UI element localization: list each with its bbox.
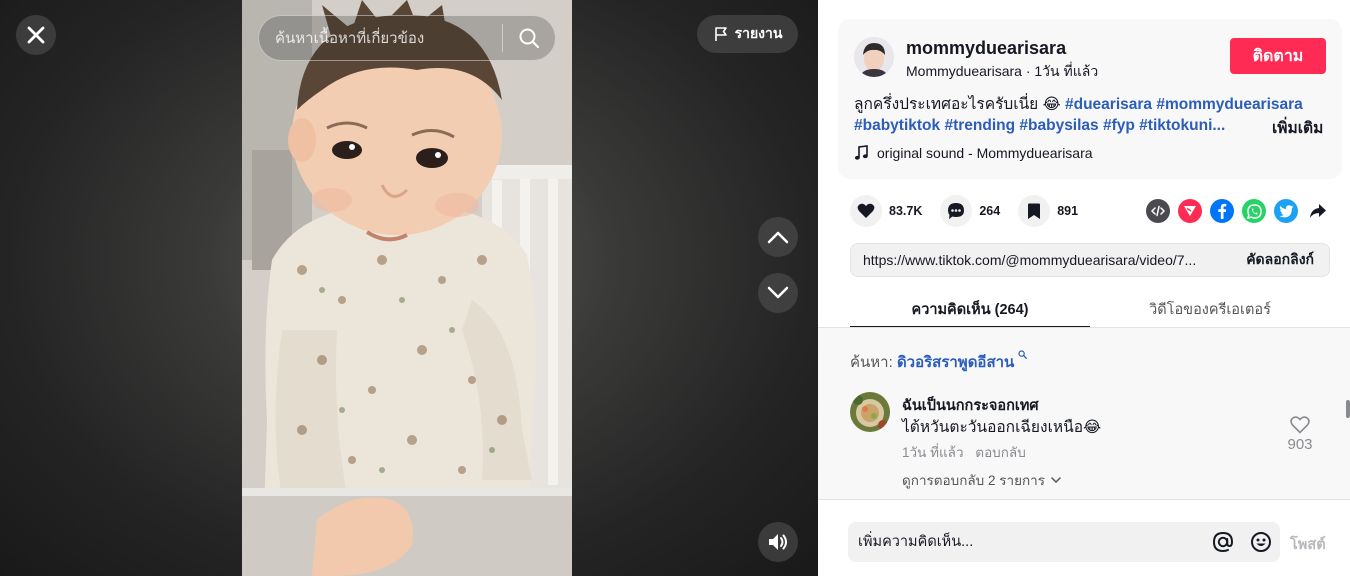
volume-icon bbox=[769, 534, 787, 550]
heart-icon bbox=[857, 203, 875, 218]
hashtag[interactable]: #babysilas bbox=[1019, 117, 1098, 134]
hashtag[interactable]: #trending bbox=[944, 117, 1015, 134]
comment-button[interactable]: 264 bbox=[940, 195, 1000, 227]
details-panel: mommyduearisara Mommyduearisara · 1วัน ท… bbox=[818, 0, 1350, 576]
subline-separator: · bbox=[1021, 63, 1035, 79]
like-button[interactable]: 83.7K bbox=[850, 195, 922, 227]
emoji-icon bbox=[1251, 532, 1271, 552]
comment-like-button[interactable]: 903 bbox=[1280, 416, 1320, 453]
baby-video-illustration bbox=[242, 0, 572, 576]
at-mention-icon bbox=[1212, 531, 1234, 553]
volume-button[interactable] bbox=[758, 522, 798, 562]
reply-button[interactable]: ตอบกลับ bbox=[975, 445, 1025, 460]
search-icon bbox=[519, 28, 540, 49]
share-icons bbox=[1146, 199, 1330, 223]
mention-button[interactable] bbox=[1204, 531, 1242, 553]
avatar-image bbox=[854, 37, 894, 77]
engagement-actions: 83.7K 264 891 bbox=[850, 195, 1096, 227]
music-note-icon bbox=[854, 145, 868, 160]
share-arrow-icon bbox=[1310, 204, 1326, 218]
tab-bar: ความคิดเห็น (264) วิดีโอของครีเอเตอร์ bbox=[850, 288, 1330, 328]
embed-button[interactable] bbox=[1146, 199, 1170, 223]
author-display-name[interactable]: Mommyduearisara bbox=[906, 63, 1022, 79]
post-comment-button[interactable]: โพสต์ bbox=[1290, 533, 1326, 556]
search-button[interactable] bbox=[503, 16, 555, 60]
report-label: รายงาน bbox=[734, 25, 783, 41]
video-search-bar bbox=[258, 15, 556, 61]
small-search-icon bbox=[1018, 350, 1028, 359]
send-icon bbox=[1184, 206, 1196, 216]
twitter-icon bbox=[1279, 204, 1293, 217]
description-text: ลูกครึ่งประเทศอะไรครับเนี่ย 😂 bbox=[854, 96, 1061, 113]
copy-link-button[interactable]: คัดลอกลิงก์ bbox=[1231, 249, 1329, 271]
hashtag[interactable]: #duearisara bbox=[1065, 96, 1152, 113]
view-replies-button[interactable]: ดูการตอบกลับ 2 รายการ bbox=[902, 469, 1061, 491]
close-button[interactable] bbox=[16, 15, 56, 55]
author-username[interactable]: mommyduearisara bbox=[906, 38, 1066, 59]
send-button[interactable] bbox=[1178, 199, 1202, 223]
search-hint-term[interactable]: ดิวอริสราพูดอีสาน bbox=[897, 354, 1014, 371]
comment-input-wrapper bbox=[848, 522, 1280, 562]
next-video-button[interactable] bbox=[758, 273, 798, 313]
video-info-card: mommyduearisara Mommyduearisara · 1วัน ท… bbox=[838, 19, 1342, 179]
commenter-avatar-image bbox=[850, 392, 890, 432]
close-icon bbox=[27, 26, 45, 44]
embed-icon bbox=[1151, 205, 1165, 217]
sound-label: original sound - Mommyduearisara bbox=[877, 145, 1093, 161]
save-button[interactable]: 891 bbox=[1018, 195, 1078, 227]
chevron-down-icon bbox=[1051, 476, 1061, 483]
video-link-box: https://www.tiktok.com/@mommyduearisara/… bbox=[850, 243, 1330, 277]
sound-link[interactable]: original sound - Mommyduearisara bbox=[854, 145, 1093, 161]
whatsapp-button[interactable] bbox=[1242, 199, 1266, 223]
hashtag[interactable]: #tiktokuni... bbox=[1139, 117, 1225, 134]
bookmark-icon bbox=[1028, 203, 1041, 219]
like-count: 83.7K bbox=[889, 204, 923, 218]
previous-video-button[interactable] bbox=[758, 217, 798, 257]
view-replies-label: ดูการตอบกลับ 2 รายการ bbox=[902, 473, 1045, 488]
flag-icon bbox=[714, 27, 727, 41]
video-player[interactable]: รายงาน bbox=[0, 0, 818, 576]
comment-input[interactable] bbox=[848, 522, 1204, 562]
save-count: 891 bbox=[1057, 204, 1079, 218]
chevron-down-icon bbox=[767, 286, 789, 299]
video-frame[interactable] bbox=[242, 0, 572, 576]
avatar[interactable] bbox=[854, 37, 894, 77]
video-url[interactable]: https://www.tiktok.com/@mommyduearisara/… bbox=[851, 252, 1231, 268]
video-search-input[interactable] bbox=[259, 16, 502, 60]
comment-time: 1วัน ที่แล้ว bbox=[902, 445, 964, 460]
whatsapp-icon bbox=[1246, 203, 1262, 219]
comment-like-count: 903 bbox=[1287, 436, 1313, 453]
comment-composer: โพสต์ bbox=[818, 499, 1350, 576]
emoji-button[interactable] bbox=[1242, 531, 1280, 553]
author-subline: Mommyduearisara · 1วัน ที่แล้ว bbox=[906, 61, 1098, 83]
related-search[interactable]: ค้นหา: ดิวอริสราพูดอีสาน bbox=[850, 350, 1028, 374]
hashtag[interactable]: #fyp bbox=[1103, 117, 1135, 134]
hashtag[interactable]: #mommyduearisara bbox=[1156, 96, 1302, 113]
facebook-button[interactable] bbox=[1210, 199, 1234, 223]
share-more-button[interactable] bbox=[1306, 199, 1330, 223]
chevron-up-icon bbox=[767, 231, 789, 244]
hashtag[interactable]: #babytiktok bbox=[854, 117, 940, 134]
comment-meta: 1วัน ที่แล้ว ตอบกลับ bbox=[902, 441, 1026, 463]
heart-outline-icon bbox=[1290, 416, 1310, 434]
see-more-button[interactable]: เพิ่มเติม bbox=[1266, 115, 1324, 140]
report-button[interactable]: รายงาน bbox=[697, 15, 798, 53]
tab-comments[interactable]: ความคิดเห็น (264) bbox=[850, 288, 1090, 328]
comment-count: 264 bbox=[979, 204, 1001, 218]
follow-button[interactable]: ติดตาม bbox=[1230, 38, 1326, 74]
comment-icon bbox=[948, 203, 965, 219]
facebook-icon bbox=[1218, 203, 1227, 219]
video-description: ลูกครึ่งประเทศอะไรครับเนี่ย 😂 #duearisar… bbox=[854, 94, 1324, 136]
comments-scrollbar[interactable] bbox=[1346, 400, 1350, 418]
comment-text: ไต้หวันตะวันออกเฉียงเหนือ😂 bbox=[902, 419, 1102, 436]
search-hint-prefix: ค้นหา: bbox=[850, 354, 897, 371]
tab-creator-videos[interactable]: วิดีโอของครีเอเตอร์ bbox=[1090, 288, 1330, 328]
comments-section: ค้นหา: ดิวอริสราพูดอีสาน ฉันเป็นนกกระจอก… bbox=[818, 328, 1350, 499]
post-time: 1วัน ที่แล้ว bbox=[1034, 63, 1099, 79]
comment-avatar[interactable] bbox=[850, 392, 890, 432]
twitter-button[interactable] bbox=[1274, 199, 1298, 223]
